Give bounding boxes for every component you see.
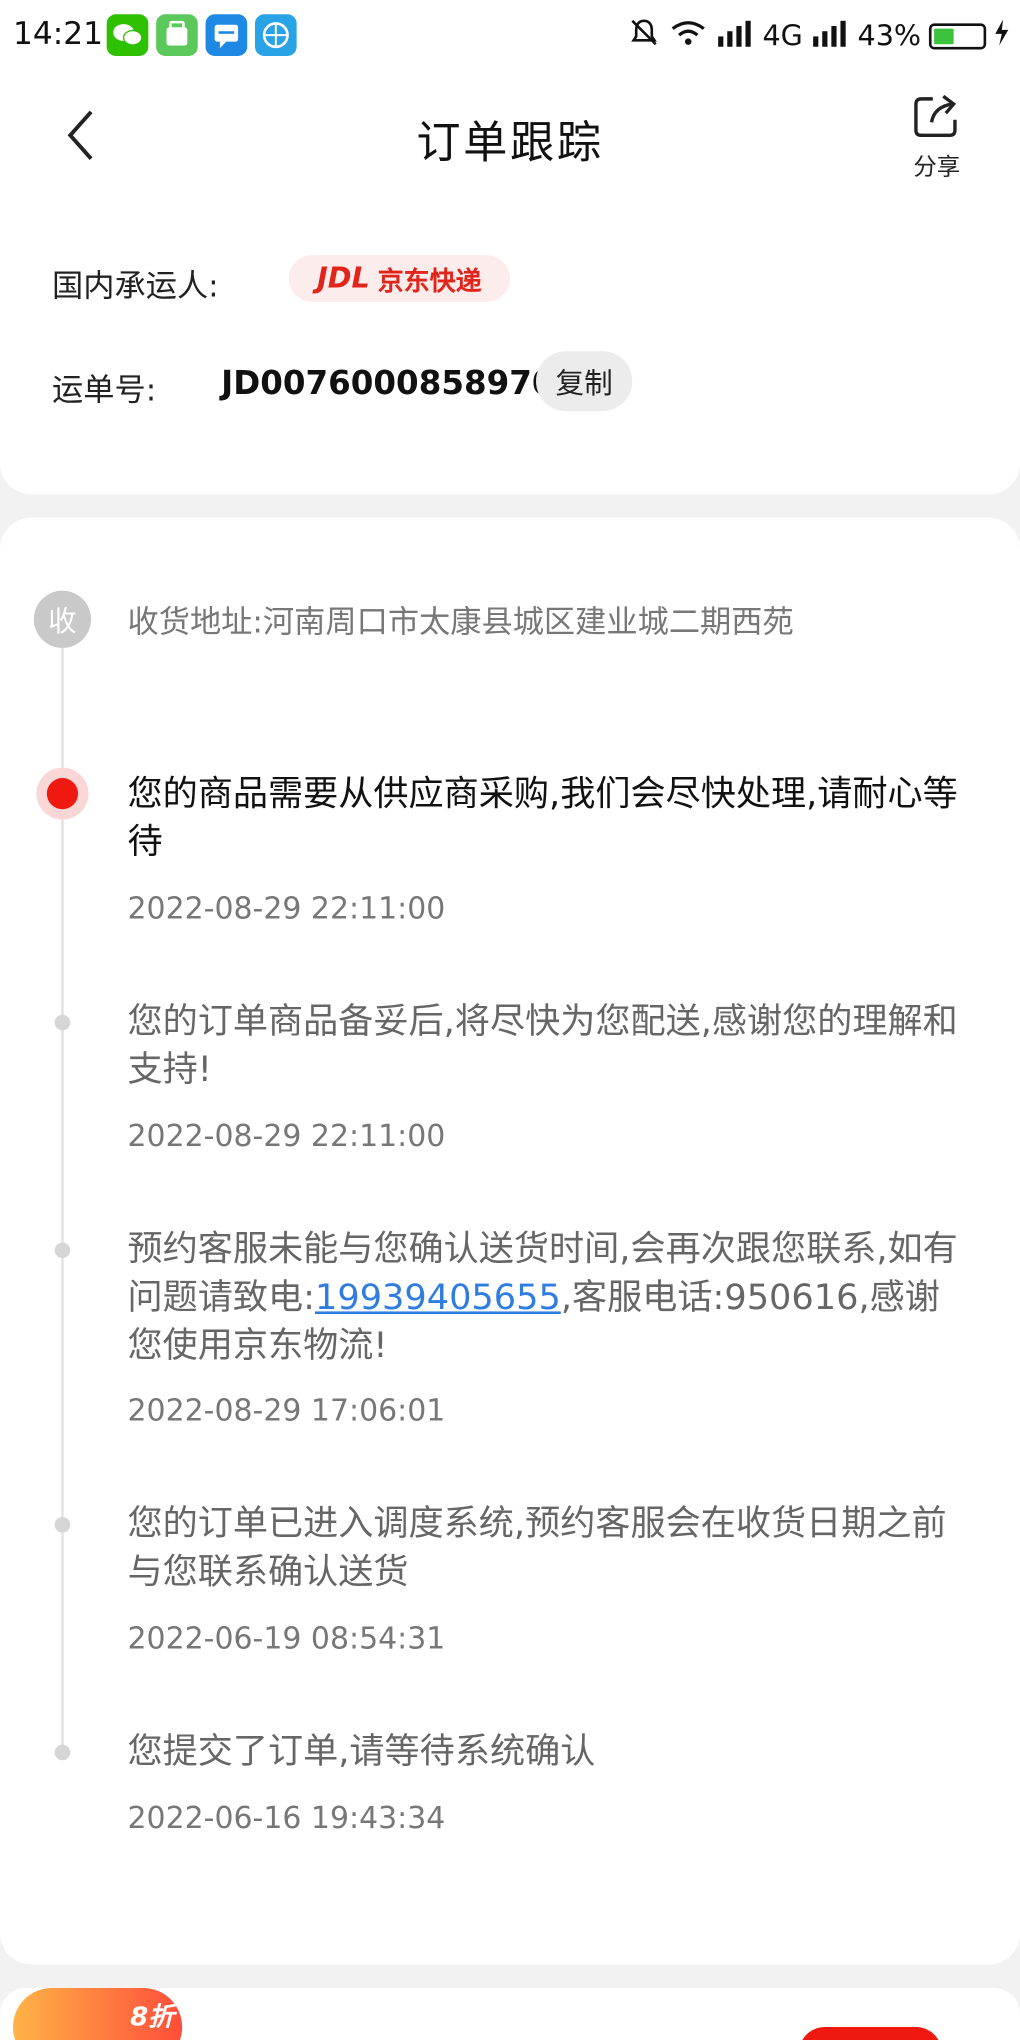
signal-icon-2: [811, 18, 850, 54]
current-status-dot: [36, 767, 89, 820]
app-screen: 14:21 4G 43% 订单跟踪 分享 国内承运人: JDL 京东快递 运单号…: [0, 0, 1020, 2040]
carrier-badge: JDL 京东快递: [288, 254, 510, 302]
promo-tag: 8折: [130, 2000, 175, 2033]
waybill-number: JD0076000858970: [221, 364, 555, 403]
status-time: 14:21: [13, 15, 104, 53]
timeline-dot: [54, 1014, 71, 1031]
carrier-name: 京东快递: [377, 264, 482, 296]
tracking-card: 收 收货地址:河南周口市太康县城区建业城二期西苑 您的商品需要从供应商采购,我们…: [0, 517, 1020, 1965]
tracking-event-text: 您提交了订单,请等待系统确认: [127, 1731, 596, 1772]
basketball-app-icon: [254, 14, 297, 56]
delivery-address: 收货地址:河南周口市太康县城区建业城二期西苑: [127, 603, 794, 641]
message-app-icon: [205, 14, 248, 56]
timeline-dot: [54, 1744, 71, 1761]
wechat-icon: [106, 14, 149, 56]
tracking-event-text: 您的商品需要从供应商采购,我们会尽快处理,请耐心等待: [127, 774, 958, 863]
page-title: 订单跟踪: [416, 117, 604, 170]
signal-icon: [716, 18, 755, 54]
tracking-event-time: 2022-06-16 19:43:34: [127, 1801, 446, 1836]
share-icon: [914, 94, 957, 137]
charging-icon: [994, 19, 1010, 54]
share-button[interactable]: 分享: [906, 91, 968, 182]
network-type: 4G: [762, 20, 803, 53]
tracking-event-time: 2022-08-29 22:11:00: [127, 1120, 446, 1155]
mute-bell-icon: [627, 16, 661, 58]
battery-percent: 43%: [857, 20, 922, 53]
tracking-event-text: 您的订单已进入调度系统,预约客服会在收货日期之前与您联系确认送货: [127, 1503, 947, 1593]
receive-badge-icon: 收: [33, 590, 92, 648]
share-label: 分享: [913, 153, 961, 181]
timeline-dot: [54, 1242, 71, 1259]
promo-button[interactable]: [798, 2026, 942, 2040]
waybill-label: 运单号:: [52, 372, 157, 409]
tracking-event-time: 2022-06-19 08:54:31: [127, 1622, 446, 1657]
promo-banner[interactable]: 8折: [0, 1987, 1020, 2040]
status-bar: 14:21 4G 43%: [0, 0, 1020, 73]
carrier-label: 国内承运人:: [52, 268, 219, 305]
phone-link[interactable]: 19939405655: [315, 1278, 561, 1318]
tracking-event-time: 2022-08-29 22:11:00: [127, 892, 446, 927]
store-app-icon: [156, 14, 198, 56]
timeline-dot: [54, 1516, 71, 1533]
jdl-logo: JDL: [317, 262, 370, 295]
battery-icon: [928, 23, 987, 50]
copy-button[interactable]: 复制: [536, 351, 633, 412]
wifi-icon: [669, 17, 708, 56]
tracking-event-text: 您的订单商品备妥后,将尽快为您配送,感谢您的理解和支持!: [127, 1001, 958, 1091]
nav-header: 订单跟踪 分享: [0, 72, 1020, 203]
carrier-card: 国内承运人: JDL 京东快递 运单号: JD0076000858970 复制: [0, 202, 1020, 495]
status-indicators: 4G 43%: [627, 16, 1009, 58]
tracking-event-time: 2022-08-29 17:06:01: [127, 1394, 446, 1429]
tracking-event-text: 预约客服未能与您确认送货时间,会再次跟您联系,如有问题请致电:199394056…: [127, 1226, 973, 1370]
